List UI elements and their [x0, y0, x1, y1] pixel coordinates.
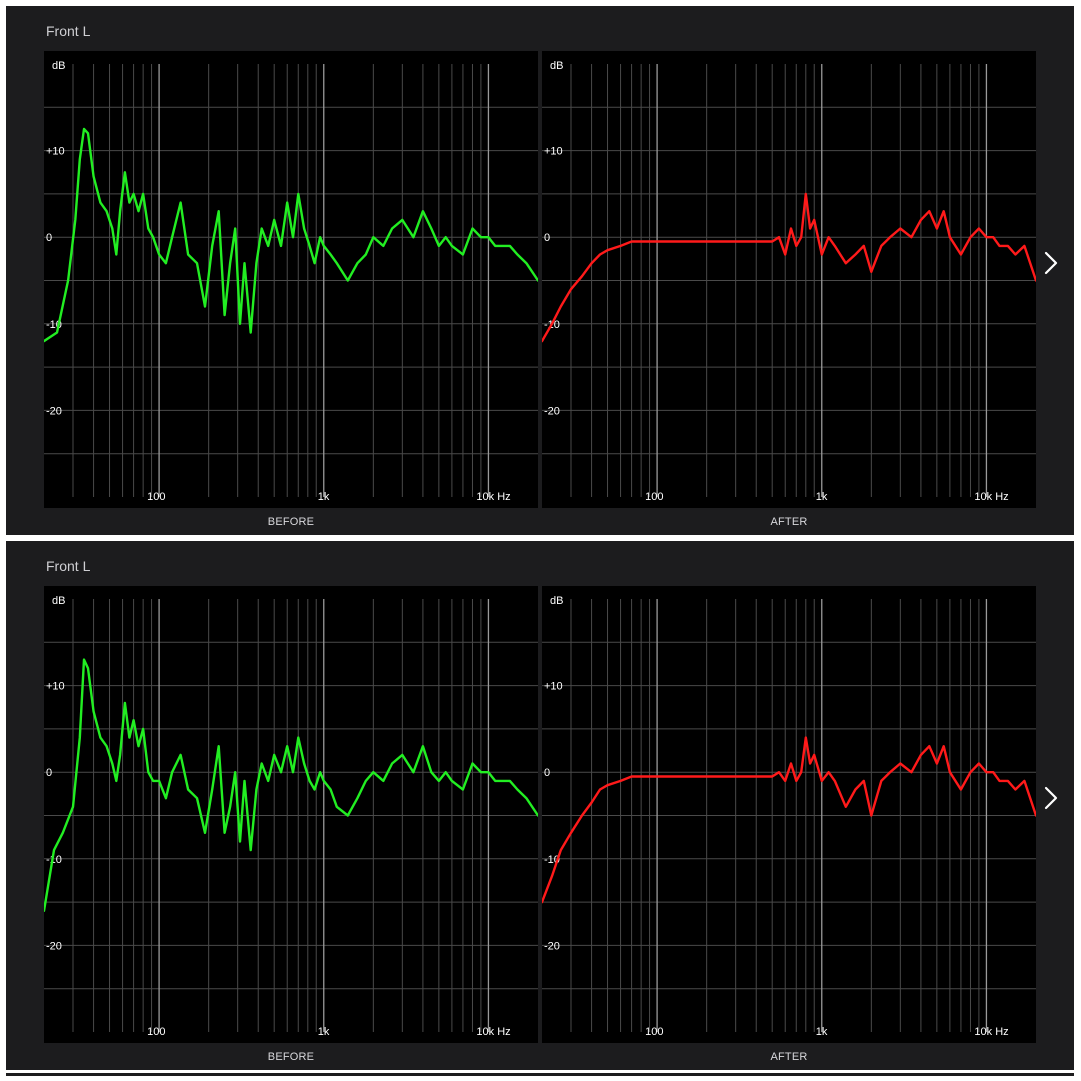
- next-button[interactable]: [1040, 248, 1062, 278]
- x-tick-label: 10k Hz: [974, 491, 1008, 503]
- before-chart-2: dB +10 0 -10 -20 100 1k 10k Hz: [44, 586, 538, 1043]
- x-tick-label: 10k Hz: [476, 1026, 510, 1038]
- y-tick-label: +10: [544, 146, 563, 158]
- y-tick-label: +10: [544, 681, 563, 693]
- y-tick-label: 0: [46, 232, 52, 244]
- response-curve: [44, 658, 538, 912]
- x-tick-label: 1k: [318, 491, 330, 503]
- y-unit-label: dB: [550, 60, 563, 72]
- x-tick-label: 100: [147, 491, 165, 503]
- response-curve: [542, 736, 1036, 904]
- after-chart-svg: dB+100-10-20100 1k 10k Hz: [542, 60, 1036, 503]
- bottom-edge: [6, 1073, 1074, 1076]
- x-tick-label: 1k: [816, 1026, 828, 1038]
- after-label: AFTER: [770, 516, 808, 528]
- before-chart-1: dB +10 0 -10 -20 100 1k 10k Hz: [44, 51, 538, 508]
- chevron-right-icon: [1044, 251, 1058, 275]
- x-tick-label: 1k: [816, 491, 828, 503]
- y-unit-label: dB: [550, 595, 563, 607]
- y-tick-label: -20: [544, 940, 560, 952]
- panel-title: Front L: [46, 23, 91, 39]
- before-chart-svg: dB+100-10-20100 1k 10k Hz: [44, 60, 538, 503]
- x-tick-label: 10k Hz: [974, 1026, 1008, 1038]
- x-tick-label: 100: [645, 1026, 663, 1038]
- y-tick-label: +10: [46, 146, 65, 158]
- chevron-right-icon: [1044, 786, 1058, 810]
- y-tick-label: +10: [46, 681, 65, 693]
- x-tick-label: 100: [147, 1026, 165, 1038]
- y-tick-label: 0: [544, 232, 550, 244]
- after-chart-1: dB +10 0 -10 -20 100 1k 10k Hz: [542, 51, 1036, 508]
- measurement-panel-2: Front L dB +10 0 -10 -20 100 1k 10k Hz BEFORE d…: [6, 541, 1074, 1070]
- next-button[interactable]: [1040, 783, 1062, 813]
- y-tick-label: 0: [544, 767, 550, 779]
- y-tick-label: -20: [46, 405, 62, 417]
- after-label: AFTER: [770, 1051, 808, 1063]
- y-tick-label: -20: [46, 940, 62, 952]
- y-unit-label: dB: [52, 595, 65, 607]
- x-tick-label: 10k Hz: [476, 491, 510, 503]
- panel-title: Front L: [46, 558, 91, 574]
- x-tick-label: 1k: [318, 1026, 330, 1038]
- response-curve: [44, 127, 538, 343]
- before-label: BEFORE: [267, 516, 315, 528]
- after-chart-svg: dB+100-10-20100 1k 10k Hz: [542, 595, 1036, 1038]
- response-curve: [542, 192, 1036, 343]
- before-label: BEFORE: [267, 1051, 315, 1063]
- before-chart-svg: dB+100-10-20100 1k 10k Hz: [44, 595, 538, 1038]
- after-chart-2: dB +10 0 -10 -20 100 1k 10k Hz: [542, 586, 1036, 1043]
- y-unit-label: dB: [52, 60, 65, 72]
- measurement-panel-1: Front L dB +10 0 -10 -20 100 1k 10k Hz BEFORE d…: [6, 6, 1074, 535]
- y-tick-label: -20: [544, 405, 560, 417]
- x-tick-label: 100: [645, 491, 663, 503]
- y-tick-label: 0: [46, 767, 52, 779]
